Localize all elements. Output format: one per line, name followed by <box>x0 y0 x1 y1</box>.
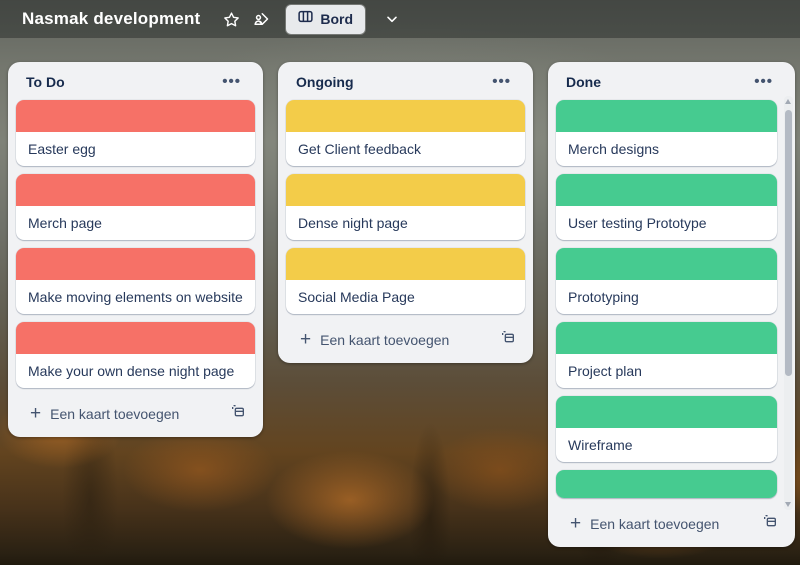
card[interactable]: User testing Prototype <box>556 174 777 240</box>
card[interactable]: Make your own dense night page <box>16 322 255 388</box>
list-done: Done ••• Merch designs User testing Prot… <box>548 62 795 547</box>
star-icon <box>223 11 240 28</box>
card[interactable]: Dense night page <box>286 174 525 240</box>
card-label-red <box>16 100 255 132</box>
card[interactable]: Easter egg <box>16 100 255 166</box>
view-options-button[interactable] <box>377 4 407 34</box>
add-card-label: Een kaart toevoegen <box>320 332 449 348</box>
card-template-button[interactable] <box>227 400 249 427</box>
add-card-button[interactable]: + Een kaart toevoegen <box>24 402 185 426</box>
card-label-green <box>556 174 777 206</box>
card-title: Get Client feedback <box>286 132 525 166</box>
card[interactable]: Social Media Page <box>286 248 525 314</box>
card-container: Merch designs User testing Prototype Pro… <box>556 100 787 498</box>
plus-icon: + <box>30 406 41 422</box>
list-footer: + Een kaart toevoegen <box>556 506 787 539</box>
card-label-red <box>16 174 255 206</box>
board-view-icon <box>298 10 313 28</box>
card-title: Dense night page <box>286 206 525 240</box>
board-view-label: Bord <box>320 11 353 27</box>
chevron-down-icon <box>384 11 400 27</box>
plus-icon: + <box>570 516 581 532</box>
card-label-yellow <box>286 174 525 206</box>
scrollbar-down-arrow-icon[interactable] <box>785 502 791 507</box>
card-title: User testing Prototype <box>556 206 777 240</box>
list-menu-icon[interactable]: ••• <box>488 75 515 89</box>
card-template-icon <box>230 403 246 424</box>
plus-icon: + <box>300 332 311 348</box>
add-card-button[interactable]: + Een kaart toevoegen <box>294 328 455 352</box>
card-label-green <box>556 322 777 354</box>
list-title: To Do <box>26 74 65 90</box>
list-header: Ongoing ••• <box>286 70 525 100</box>
card-label-green <box>556 396 777 428</box>
done-list-scrollbar[interactable] <box>784 96 793 510</box>
add-card-label: Een kaart toevoegen <box>50 406 179 422</box>
card-title: Wireframe <box>556 428 777 462</box>
card-title: Easter egg <box>16 132 255 166</box>
card-title: Prototyping <box>556 280 777 314</box>
list-menu-icon[interactable]: ••• <box>218 75 245 89</box>
workspace-members-button[interactable] <box>246 4 276 34</box>
card-label-yellow <box>286 248 525 280</box>
list-ongoing: Ongoing ••• Get Client feedback Dense ni… <box>278 62 533 363</box>
card[interactable]: Project plan <box>556 322 777 388</box>
list-header: To Do ••• <box>16 70 255 100</box>
card-label-green <box>556 100 777 132</box>
card-label-yellow <box>286 100 525 132</box>
add-card-button[interactable]: + Een kaart toevoegen <box>564 512 725 536</box>
card-title: Make your own dense night page <box>16 354 255 388</box>
board-title: Nasmak development <box>22 9 200 29</box>
card-title: Merch designs <box>556 132 777 166</box>
card[interactable]: Merch designs <box>556 100 777 166</box>
card[interactable]: Make moving elements on website <box>16 248 255 314</box>
board-canvas: To Do ••• Easter egg Merch page Make mov… <box>8 62 795 547</box>
card-title: Make moving elements on website <box>16 280 255 314</box>
card-title: Project plan <box>556 354 777 388</box>
board-view-switcher[interactable]: Bord <box>286 5 365 34</box>
card-title: Social Media Page <box>286 280 525 314</box>
card-template-button[interactable] <box>759 510 781 537</box>
workspace-members-icon <box>252 10 271 28</box>
card-template-icon <box>500 329 516 350</box>
card[interactable]: Merch page <box>16 174 255 240</box>
card-label-red <box>16 322 255 354</box>
list-title: Done <box>566 74 601 90</box>
scrollbar-up-arrow-icon[interactable] <box>785 99 791 104</box>
card-partially-scrolled[interactable] <box>556 470 777 498</box>
card-template-button[interactable] <box>497 326 519 353</box>
add-card-label: Een kaart toevoegen <box>590 516 719 532</box>
board-header: Nasmak development Bord <box>0 0 800 38</box>
list-footer: + Een kaart toevoegen <box>16 396 255 429</box>
card-container: Easter egg Merch page Make moving elemen… <box>16 100 255 388</box>
list-todo: To Do ••• Easter egg Merch page Make mov… <box>8 62 263 437</box>
list-title: Ongoing <box>296 74 354 90</box>
card[interactable]: Get Client feedback <box>286 100 525 166</box>
card-label-green <box>556 248 777 280</box>
card-title: Merch page <box>16 206 255 240</box>
card[interactable]: Wireframe <box>556 396 777 462</box>
card[interactable]: Prototyping <box>556 248 777 314</box>
card-template-icon <box>762 513 778 534</box>
star-button[interactable] <box>216 4 246 34</box>
card-label-green <box>556 470 777 498</box>
list-footer: + Een kaart toevoegen <box>286 322 525 355</box>
list-menu-icon[interactable]: ••• <box>750 75 777 89</box>
card-label-red <box>16 248 255 280</box>
card-container: Get Client feedback Dense night page Soc… <box>286 100 525 314</box>
scrollbar-thumb[interactable] <box>785 110 792 376</box>
list-header: Done ••• <box>556 70 787 100</box>
